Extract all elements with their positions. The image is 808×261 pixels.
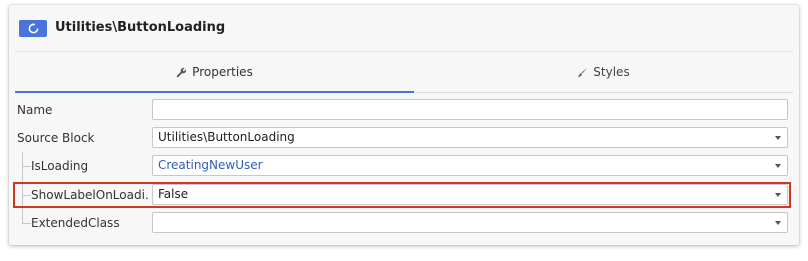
extended-class-select[interactable]: [152, 212, 788, 233]
chevron-down-icon[interactable]: [775, 136, 781, 140]
property-label: ShowLabelOnLoadi…: [31, 188, 149, 202]
property-row-extended-class: ExtendedClass: [9, 195, 799, 237]
tab-bar: Properties Styles: [15, 52, 793, 93]
properties-panel: Utilities\ButtonLoading Properties Style…: [9, 5, 799, 245]
tab-styles[interactable]: Styles: [414, 52, 793, 92]
tab-styles-label: Styles: [593, 65, 630, 79]
source-block-value: Utilities\ButtonLoading: [158, 130, 295, 144]
show-label-on-loading-select[interactable]: False: [152, 184, 788, 205]
property-label: ExtendedClass: [31, 216, 120, 230]
property-label: Source Block: [17, 131, 95, 145]
chevron-down-icon[interactable]: [775, 193, 781, 197]
is-loading-select[interactable]: CreatingNewUser: [152, 155, 788, 176]
panel-header: Utilities\ButtonLoading: [9, 5, 799, 51]
chevron-down-icon[interactable]: [775, 221, 781, 225]
brush-icon: [577, 67, 588, 78]
active-tab-indicator: [15, 91, 414, 93]
tree-connector: [22, 152, 31, 167]
tab-properties-label: Properties: [192, 65, 253, 79]
show-label-value: False: [158, 187, 189, 201]
property-label: IsLoading: [31, 159, 89, 173]
source-block-select[interactable]: Utilities\ButtonLoading: [152, 127, 788, 148]
tree-connector: [22, 195, 31, 224]
property-row-name: Name: [9, 96, 799, 124]
chevron-down-icon[interactable]: [775, 164, 781, 168]
block-title: Utilities\ButtonLoading: [55, 20, 226, 35]
wrench-icon: [176, 67, 187, 78]
name-input[interactable]: [152, 99, 788, 120]
is-loading-value: CreatingNewUser: [158, 158, 263, 172]
property-row-is-loading: IsLoading CreatingNewUser: [9, 152, 799, 180]
property-row-source-block: Source Block Utilities\ButtonLoading: [9, 124, 799, 152]
tree-connector: [22, 166, 31, 196]
property-label: Name: [17, 103, 53, 117]
property-row-show-label-on-loading: ShowLabelOnLoadi… False: [9, 166, 799, 209]
refresh-icon: [19, 20, 47, 37]
tab-properties[interactable]: Properties: [15, 52, 414, 93]
